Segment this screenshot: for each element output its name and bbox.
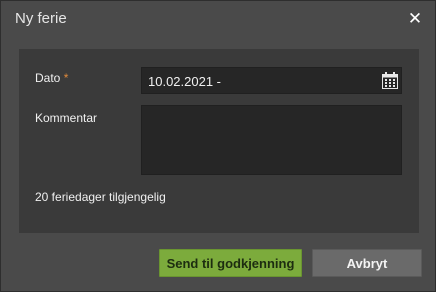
- required-marker: *: [63, 71, 69, 85]
- dialog-titlebar: Ny ferie ✕: [1, 1, 435, 37]
- date-field[interactable]: 10.02.2021 -: [141, 67, 402, 94]
- dialog-title: Ny ferie: [15, 10, 67, 27]
- close-icon[interactable]: ✕: [405, 9, 425, 29]
- new-vacation-dialog: Ny ferie ✕ Dato * 10.02.2021 - Kommentar…: [0, 0, 436, 292]
- form-panel: Dato * 10.02.2021 - Kommentar 20 ferieda…: [19, 49, 419, 233]
- comment-textarea[interactable]: [141, 105, 402, 175]
- cancel-button[interactable]: Avbryt: [312, 249, 422, 277]
- date-label-text: Dato: [35, 71, 61, 85]
- available-days-text: 20 feriedager tilgjengelig: [35, 190, 166, 204]
- date-value[interactable]: 10.02.2021 -: [148, 74, 221, 89]
- submit-for-approval-button[interactable]: Send til godkjenning: [159, 249, 302, 277]
- calendar-icon[interactable]: [382, 72, 398, 89]
- date-label: Dato *: [35, 71, 68, 85]
- comment-label: Kommentar: [35, 111, 98, 125]
